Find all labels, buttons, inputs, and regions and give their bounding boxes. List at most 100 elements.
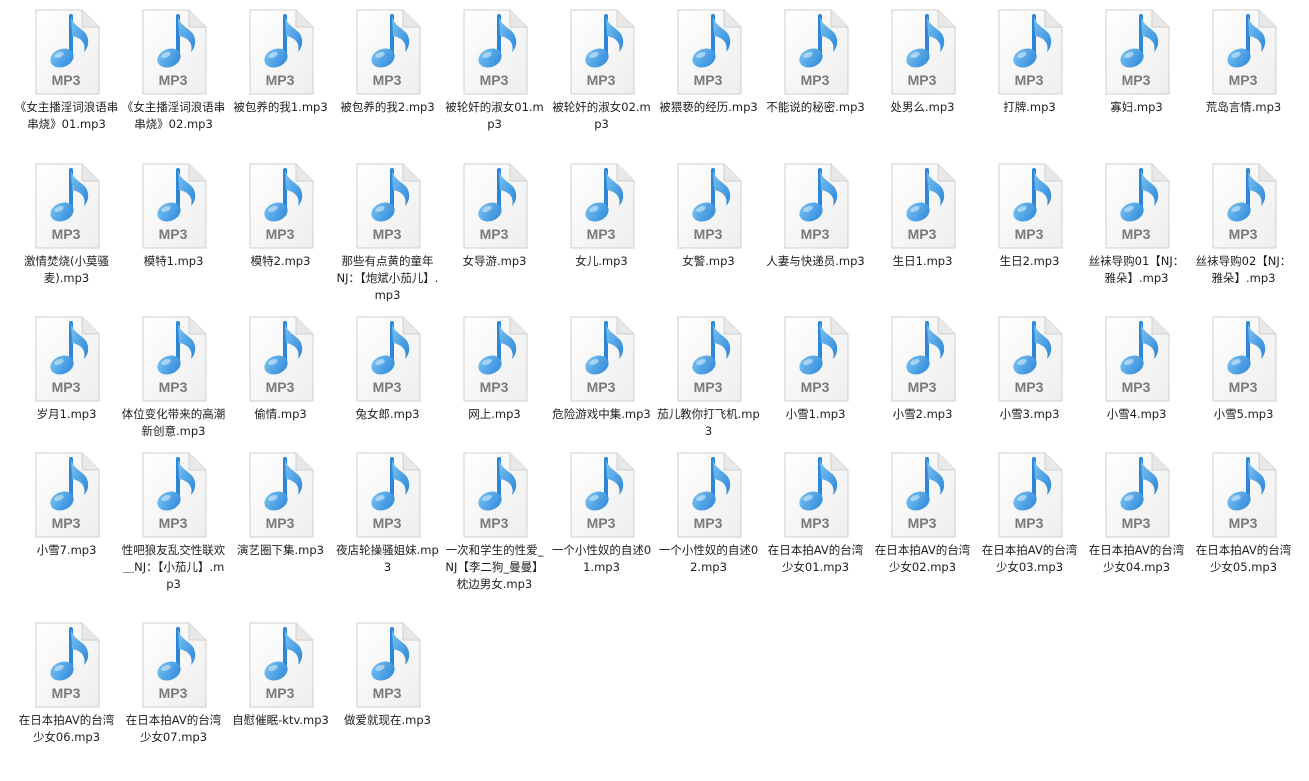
file-name-label: 打牌.mp3 (1003, 100, 1056, 114)
mp3-type-label: MP3 (265, 685, 294, 701)
mp3-file-item[interactable]: MP3 小雪1.mp3 (762, 315, 869, 423)
mp3-file-icon: MP3 (463, 163, 527, 249)
mp3-file-icon: MP3 (1105, 163, 1169, 249)
file-name-label: 激情焚烧(小莫骚麦).mp3 (24, 254, 109, 285)
mp3-file-item[interactable]: MP3 被包养的我1.mp3 (227, 8, 334, 116)
mp3-file-item[interactable]: MP3 在日本拍AV的台湾少女01.mp3 (762, 451, 869, 576)
mp3-file-item[interactable]: MP3 被包养的我2.mp3 (334, 8, 441, 116)
file-name-label: 做爱就现在.mp3 (344, 713, 431, 727)
mp3-file-item[interactable]: MP3 在日本拍AV的台湾少女07.mp3 (120, 621, 227, 746)
mp3-file-item[interactable]: MP3 性吧狼友乱交性联欢＿NJ：【小茄儿】.mp3 (120, 451, 227, 593)
mp3-file-item[interactable]: MP3 人妻与快递员.mp3 (762, 162, 869, 270)
mp3-file-item[interactable]: MP3 被轮奸的淑女02.mp3 (548, 8, 655, 133)
mp3-file-item[interactable]: MP3 小雪4.mp3 (1083, 315, 1190, 423)
mp3-file-item[interactable]: MP3 自慰催眠-ktv.mp3 (227, 621, 334, 729)
file-name-label: 一个小性奴的自述01.mp3 (551, 543, 652, 574)
file-name-label: 在日本拍AV的台湾少女05.mp3 (1195, 543, 1292, 574)
mp3-file-item[interactable]: MP3 丝袜导购01【NJ：雅朵】.mp3 (1083, 162, 1190, 287)
mp3-file-item[interactable]: MP3 生日1.mp3 (869, 162, 976, 270)
mp3-file-item[interactable]: MP3 做爱就现在.mp3 (334, 621, 441, 729)
mp3-file-item[interactable]: MP3 不能说的秘密.mp3 (762, 8, 869, 116)
file-name-label: 被包养的我1.mp3 (233, 100, 328, 114)
mp3-file-icon: MP3 (356, 316, 420, 402)
mp3-file-icon: MP3 (570, 452, 634, 538)
mp3-file-item[interactable]: MP3 夜店轮操骚姐妹.mp3 (334, 451, 441, 576)
mp3-type-label: MP3 (693, 226, 722, 242)
mp3-file-item[interactable]: MP3 女警.mp3 (655, 162, 762, 270)
file-name-label: 被猥亵的经历.mp3 (659, 100, 758, 114)
mp3-file-item[interactable]: MP3 《女主播淫词浪语串串烧》02.mp3 (120, 8, 227, 133)
mp3-file-item[interactable]: MP3 小雪5.mp3 (1190, 315, 1297, 423)
file-name-label: 小雪5.mp3 (1213, 407, 1274, 421)
mp3-type-label: MP3 (51, 72, 80, 88)
mp3-file-item[interactable]: MP3 被猥亵的经历.mp3 (655, 8, 762, 116)
mp3-file-item[interactable]: MP3 女导游.mp3 (441, 162, 548, 270)
mp3-file-item[interactable]: MP3 在日本拍AV的台湾少女06.mp3 (13, 621, 120, 746)
file-name-label: 兔女郎.mp3 (355, 407, 420, 421)
mp3-file-icon: MP3 (356, 9, 420, 95)
mp3-file-item[interactable]: MP3 岁月1.mp3 (13, 315, 120, 423)
mp3-file-item[interactable]: MP3 在日本拍AV的台湾少女05.mp3 (1190, 451, 1297, 576)
file-name-label: 被包养的我2.mp3 (340, 100, 435, 114)
mp3-type-label: MP3 (158, 379, 187, 395)
mp3-file-item[interactable]: MP3 危险游戏中集.mp3 (548, 315, 655, 423)
mp3-file-item[interactable]: MP3 丝袜导购02【NJ：雅朵】.mp3 (1190, 162, 1297, 287)
mp3-file-item[interactable]: MP3 在日本拍AV的台湾少女03.mp3 (976, 451, 1083, 576)
mp3-file-item[interactable]: MP3 兔女郎.mp3 (334, 315, 441, 423)
mp3-file-item[interactable]: MP3 模特1.mp3 (120, 162, 227, 270)
file-name-label: 人妻与快递员.mp3 (766, 254, 865, 268)
mp3-type-label: MP3 (1228, 379, 1257, 395)
mp3-file-item[interactable]: MP3 体位变化带来的高潮新创意.mp3 (120, 315, 227, 440)
mp3-file-icon: MP3 (570, 163, 634, 249)
mp3-file-item[interactable]: MP3 小雪7.mp3 (13, 451, 120, 559)
mp3-file-item[interactable]: MP3 网上.mp3 (441, 315, 548, 423)
mp3-file-icon: MP3 (784, 316, 848, 402)
file-name-label: 女警.mp3 (682, 254, 735, 268)
mp3-file-item[interactable]: MP3 偷情.mp3 (227, 315, 334, 423)
mp3-file-item[interactable]: MP3 寡妇.mp3 (1083, 8, 1190, 116)
mp3-file-item[interactable]: MP3 被轮奸的淑女01.mp3 (441, 8, 548, 133)
mp3-file-icon: MP3 (677, 452, 741, 538)
mp3-file-item[interactable]: MP3 《女主播淫词浪语串串烧》01.mp3 (13, 8, 120, 133)
mp3-file-icon: MP3 (356, 622, 420, 708)
mp3-file-icon: MP3 (35, 452, 99, 538)
mp3-file-item[interactable]: MP3 处男么.mp3 (869, 8, 976, 116)
mp3-file-item[interactable]: MP3 一次和学生的性爱_NJ【李二狗_曼曼】枕边男女.mp3 (441, 451, 548, 593)
mp3-file-item[interactable]: MP3 茄儿教你打飞机.mp3 (655, 315, 762, 440)
mp3-file-icon: MP3 (891, 163, 955, 249)
file-name-label: 在日本拍AV的台湾少女04.mp3 (1088, 543, 1185, 574)
mp3-file-item[interactable]: MP3 女儿.mp3 (548, 162, 655, 270)
file-name-label: 偷情.mp3 (254, 407, 307, 421)
file-name-label: 女导游.mp3 (462, 254, 527, 268)
mp3-type-label: MP3 (1228, 226, 1257, 242)
mp3-type-label: MP3 (586, 226, 615, 242)
mp3-file-item[interactable]: MP3 演艺圈下集.mp3 (227, 451, 334, 559)
mp3-file-icon: MP3 (1212, 316, 1276, 402)
mp3-file-item[interactable]: MP3 一个小性奴的自述01.mp3 (548, 451, 655, 576)
file-name-label: 演艺圈下集.mp3 (237, 543, 324, 557)
file-name-label: 小雪4.mp3 (1106, 407, 1167, 421)
mp3-file-item[interactable]: MP3 打牌.mp3 (976, 8, 1083, 116)
mp3-file-item[interactable]: MP3 在日本拍AV的台湾少女04.mp3 (1083, 451, 1190, 576)
file-name-label: 模特2.mp3 (250, 254, 311, 268)
mp3-file-icon: MP3 (142, 452, 206, 538)
mp3-file-item[interactable]: MP3 生日2.mp3 (976, 162, 1083, 270)
mp3-type-label: MP3 (907, 515, 936, 531)
mp3-file-icon: MP3 (249, 452, 313, 538)
mp3-file-item[interactable]: MP3 激情焚烧(小莫骚麦).mp3 (13, 162, 120, 287)
mp3-type-label: MP3 (51, 685, 80, 701)
mp3-file-icon: MP3 (249, 622, 313, 708)
mp3-file-item[interactable]: MP3 荒岛言情.mp3 (1190, 8, 1297, 116)
file-name-label: 不能说的秘密.mp3 (766, 100, 865, 114)
file-name-label: 小雪1.mp3 (785, 407, 846, 421)
mp3-file-item[interactable]: MP3 一个小性奴的自述02.mp3 (655, 451, 762, 576)
mp3-file-item[interactable]: MP3 模特2.mp3 (227, 162, 334, 270)
mp3-type-label: MP3 (51, 379, 80, 395)
mp3-file-icon: MP3 (891, 452, 955, 538)
mp3-file-item[interactable]: MP3 小雪3.mp3 (976, 315, 1083, 423)
mp3-file-icon: MP3 (784, 9, 848, 95)
mp3-file-item[interactable]: MP3 在日本拍AV的台湾少女02.mp3 (869, 451, 976, 576)
mp3-file-item[interactable]: MP3 小雪2.mp3 (869, 315, 976, 423)
file-name-label: 危险游戏中集.mp3 (552, 407, 651, 421)
mp3-file-item[interactable]: MP3 那些有点黄的童年 NJ：【炮斌小茄儿】.mp3 (334, 162, 445, 304)
